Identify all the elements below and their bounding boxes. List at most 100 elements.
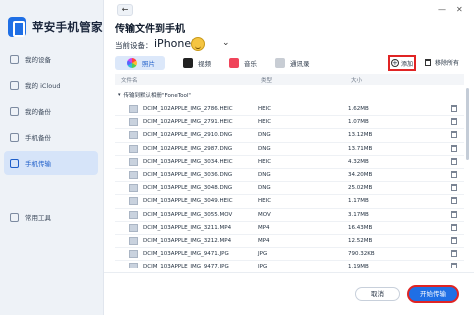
- table-row[interactable]: DCIM_103APPLE_IMG_3055.MOV MOV 3.17MB: [115, 209, 464, 222]
- table-row[interactable]: DCIM_103APPLE_IMG_3049.HEIC HEIC 1.17MB: [115, 195, 464, 209]
- minimize-icon[interactable]: —: [438, 5, 446, 14]
- add-button[interactable]: + 添加: [388, 55, 416, 71]
- file-size: 16.43MB: [348, 224, 373, 231]
- plus-icon: +: [390, 59, 399, 67]
- file-type: HEIC: [258, 106, 272, 112]
- category-tabs: 照片 视频 音乐 通讯录: [115, 56, 328, 70]
- image-thumbnail-icon: [129, 170, 138, 179]
- tab-label: 视频: [198, 60, 211, 68]
- image-thumbnail-icon: [129, 210, 138, 219]
- delete-row-trash-icon[interactable]: [451, 118, 457, 126]
- delete-row-trash-icon[interactable]: [451, 263, 457, 268]
- video-icon: [183, 58, 193, 68]
- app-name: 苹安手机管家: [32, 20, 103, 34]
- scrollbar[interactable]: [466, 88, 469, 160]
- image-thumbnail-icon: [129, 157, 138, 166]
- sidebar-item-my-backup[interactable]: 我的备份: [4, 99, 98, 123]
- sidebar-item-my-icloud[interactable]: 我的 iCloud: [4, 73, 98, 97]
- delete-row-trash-icon[interactable]: [451, 250, 457, 258]
- remove-all-button[interactable]: 移除所有: [425, 58, 459, 67]
- file-type: MP4: [258, 224, 270, 231]
- table-row[interactable]: DCIM_102APPLE_IMG_2910.DNG DNG 13.12MB: [115, 129, 464, 143]
- file-type: MOV: [258, 211, 271, 218]
- file-list: DCIM_102APPLE_IMG_2786.HEIC HEIC 1.62MB DCI…: [115, 103, 464, 268]
- cancel-button[interactable]: 取消: [355, 287, 400, 301]
- file-name: DCIM_103APPLE_IMG_9477.JPG: [143, 264, 229, 268]
- column-header-name[interactable]: 文件名: [121, 76, 138, 84]
- backup-folder-icon: [10, 106, 19, 116]
- file-size: 4.32MB: [348, 158, 369, 165]
- delete-row-trash-icon[interactable]: [451, 131, 457, 139]
- sidebar-item-phone-transfer[interactable]: 手机传输: [4, 151, 98, 175]
- file-name: DCIM_103APPLE_IMG_3049.HEIC: [143, 198, 233, 205]
- transfer-icon: [10, 158, 19, 168]
- tab-contacts[interactable]: 通讯录: [275, 56, 310, 70]
- table-row[interactable]: DCIM_103APPLE_IMG_3211.MP4 MP4 16.43MB: [115, 222, 464, 235]
- file-type: MP4: [258, 237, 270, 244]
- image-thumbnail-icon: [129, 184, 138, 193]
- file-size: 1.07MB: [348, 119, 369, 126]
- image-thumbnail-icon: [129, 236, 138, 245]
- file-name: DCIM_102APPLE_IMG_2791.HEIC: [143, 119, 233, 126]
- delete-row-trash-icon[interactable]: [451, 197, 457, 205]
- column-header-size[interactable]: 大小: [351, 76, 362, 84]
- delete-row-trash-icon[interactable]: [451, 157, 457, 165]
- file-name: DCIM_103APPLE_IMG_3212.MP4: [143, 237, 232, 244]
- table-row[interactable]: DCIM_103APPLE_IMG_3212.MP4 MP4 12.52MB: [115, 235, 464, 249]
- table-row[interactable]: DCIM_103APPLE_IMG_3048.DNG DNG 25.02MB: [115, 182, 464, 196]
- delete-row-trash-icon[interactable]: [451, 236, 457, 244]
- file-type: JPG: [258, 264, 268, 268]
- album-group-header[interactable]: ▾ 传输到默认相册"FoneTool": [118, 91, 191, 99]
- table-row[interactable]: DCIM_102APPLE_IMG_2786.HEIC HEIC 1.62MB: [115, 103, 464, 117]
- file-name: DCIM_102APPLE_IMG_2987.DNG: [143, 145, 233, 152]
- delete-row-trash-icon[interactable]: [451, 223, 457, 231]
- tab-photos[interactable]: 照片: [115, 56, 165, 70]
- table-row[interactable]: DCIM_103APPLE_IMG_9471.JPG JPG 790.32KB: [115, 248, 464, 262]
- collapse-caret-icon: ▾: [118, 92, 121, 98]
- sidebar-item-phone-backup[interactable]: 手机备份: [4, 125, 98, 149]
- image-thumbnail-icon: [129, 118, 138, 127]
- footer-divider: [104, 272, 474, 273]
- delete-row-trash-icon[interactable]: [451, 105, 457, 112]
- file-type: HEIC: [258, 198, 272, 205]
- delete-row-trash-icon[interactable]: [451, 210, 457, 218]
- file-name: DCIM_102APPLE_IMG_2786.HEIC: [143, 106, 233, 112]
- tab-video[interactable]: 视频: [183, 56, 211, 70]
- device-dropdown-chevron-icon[interactable]: ⌄: [222, 38, 230, 48]
- delete-row-trash-icon[interactable]: [451, 170, 457, 178]
- toolbox-icon: [10, 212, 19, 222]
- delete-row-trash-icon[interactable]: [451, 184, 457, 192]
- file-size: 34.20MB: [348, 171, 373, 178]
- table-row[interactable]: DCIM_102APPLE_IMG_2791.HEIC HEIC 1.07MB: [115, 116, 464, 130]
- close-icon[interactable]: ✕: [456, 5, 463, 14]
- file-size: 13.12MB: [348, 132, 373, 139]
- file-size: 1.19MB: [348, 264, 369, 268]
- app-logo-icon: [8, 17, 26, 37]
- sidebar-item-my-device[interactable]: 我的设备: [4, 47, 98, 71]
- backup-icon: [10, 132, 19, 142]
- table-row[interactable]: DCIM_103APPLE_IMG_9477.JPG JPG 1.19MB: [115, 261, 464, 268]
- sidebar-nav: 我的设备 我的 iCloud 我的备份 手机备份 手机传输 常用工具: [4, 47, 98, 231]
- table-row[interactable]: DCIM_102APPLE_IMG_2987.DNG DNG 13.71MB: [115, 143, 464, 156]
- music-icon: [229, 58, 239, 68]
- album-group-label: 传输到默认相册"FoneTool": [123, 93, 191, 99]
- column-header-type[interactable]: 类型: [261, 76, 272, 84]
- brand: 苹安手机管家: [8, 16, 103, 38]
- sidebar-item-label: 手机传输: [25, 160, 51, 168]
- trash-icon: [425, 59, 431, 66]
- tab-music[interactable]: 音乐: [229, 56, 257, 70]
- file-size: 790.32KB: [348, 251, 375, 258]
- table-header: 文件名 类型 大小: [115, 74, 464, 85]
- tab-label: 照片: [142, 60, 155, 68]
- back-button[interactable]: ←: [117, 4, 133, 16]
- file-type: HEIC: [258, 158, 272, 165]
- contacts-icon: [275, 58, 285, 68]
- start-transfer-button[interactable]: 开始传输: [407, 285, 459, 303]
- file-size: 25.02MB: [348, 185, 373, 192]
- table-row[interactable]: DCIM_103APPLE_IMG_3034.HEIC HEIC 4.32MB: [115, 156, 464, 169]
- cloud-icon: [10, 80, 19, 90]
- delete-row-trash-icon[interactable]: [451, 144, 457, 152]
- sidebar-item-tools[interactable]: 常用工具: [4, 205, 98, 229]
- table-row[interactable]: DCIM_103APPLE_IMG_3036.DNG DNG 34.20MB: [115, 169, 464, 183]
- file-type: DNG: [258, 171, 271, 178]
